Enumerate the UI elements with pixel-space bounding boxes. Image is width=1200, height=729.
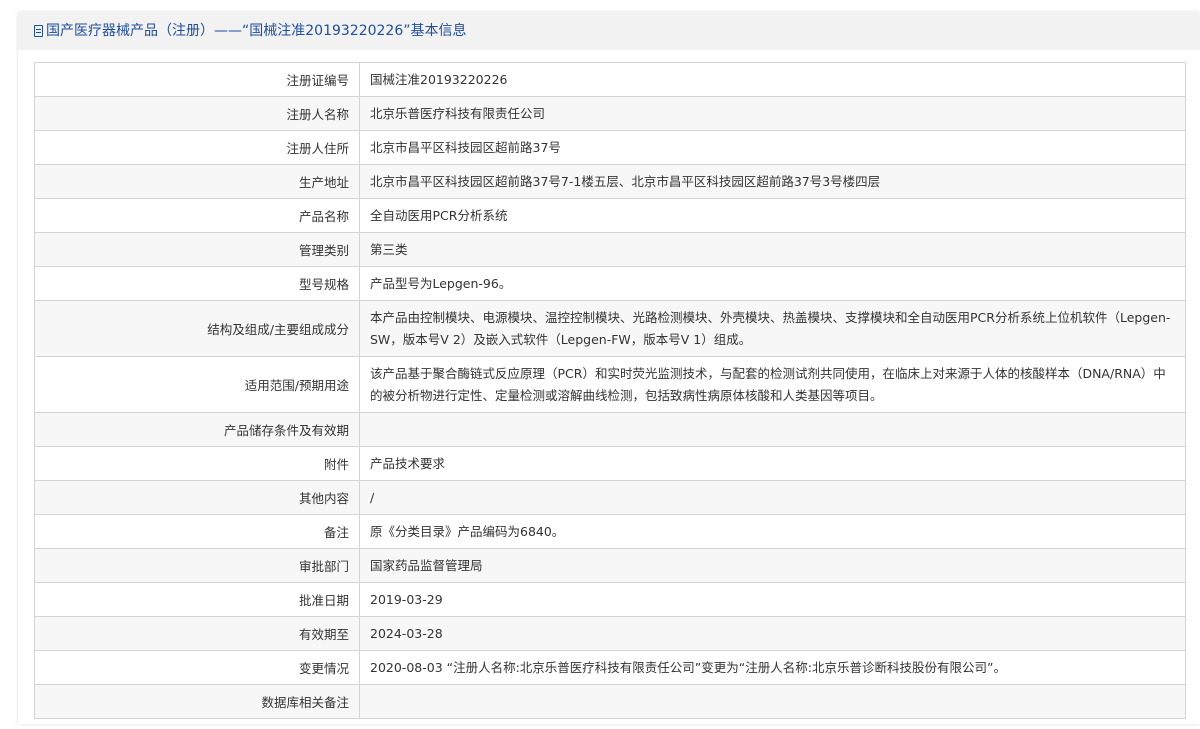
row-label: 有效期至 bbox=[34, 616, 360, 651]
row-label: 批准日期 bbox=[34, 582, 360, 617]
row-label: 管理类别 bbox=[34, 232, 360, 267]
row-label: 产品储存条件及有效期 bbox=[34, 412, 360, 447]
row-value: 2024-03-28 bbox=[359, 616, 1186, 651]
row-label: 生产地址 bbox=[34, 164, 360, 199]
row-value: 全自动医用PCR分析系统 bbox=[359, 198, 1186, 233]
table-row: 注册人住所 北京市昌平区科技园区超前路37号 bbox=[34, 130, 1186, 165]
table-row: 有效期至 2024-03-28 bbox=[34, 616, 1186, 651]
info-panel: 国产医疗器械产品（注册）——“国械注准20193220226”基本信息 注册证编… bbox=[18, 12, 1200, 724]
table-row: 注册人名称 北京乐普医疗科技有限责任公司 bbox=[34, 96, 1186, 131]
row-value: 国械注准20193220226 bbox=[359, 62, 1186, 97]
table-row: 数据库相关备注 bbox=[34, 684, 1186, 719]
table-row: 产品名称 全自动医用PCR分析系统 bbox=[34, 198, 1186, 233]
row-value: 2020-08-03 “注册人名称:北京乐普医疗科技有限责任公司”变更为“注册人… bbox=[359, 650, 1186, 685]
table-row: 备注 原《分类目录》产品编码为6840。 bbox=[34, 514, 1186, 549]
row-label: 注册人名称 bbox=[34, 96, 360, 131]
row-label: 备注 bbox=[34, 514, 360, 549]
row-label: 结构及组成/主要组成成分 bbox=[34, 300, 360, 357]
row-value bbox=[359, 684, 1186, 719]
table-row: 产品储存条件及有效期 bbox=[34, 412, 1186, 447]
table-row: 变更情况 2020-08-03 “注册人名称:北京乐普医疗科技有限责任公司”变更… bbox=[34, 650, 1186, 685]
panel-header: 国产医疗器械产品（注册）——“国械注准20193220226”基本信息 bbox=[18, 12, 1200, 50]
row-label: 附件 bbox=[34, 446, 360, 481]
table-row: 附件 产品技术要求 bbox=[34, 446, 1186, 481]
table-row: 注册证编号 国械注准20193220226 bbox=[34, 62, 1186, 97]
page-title: 国产医疗器械产品（注册）——“国械注准20193220226”基本信息 bbox=[46, 23, 467, 39]
row-value: / bbox=[359, 480, 1186, 515]
table-row: 其他内容 / bbox=[34, 480, 1186, 515]
row-label: 变更情况 bbox=[34, 650, 360, 685]
row-value: 第三类 bbox=[359, 232, 1186, 267]
row-value: 原《分类目录》产品编码为6840。 bbox=[359, 514, 1186, 549]
table-row: 生产地址 北京市昌平区科技园区超前路37号7-1楼五层、北京市昌平区科技园区超前… bbox=[34, 164, 1186, 199]
row-label: 注册证编号 bbox=[34, 62, 360, 97]
info-table: 注册证编号 国械注准20193220226 注册人名称 北京乐普医疗科技有限责任… bbox=[34, 62, 1186, 719]
table-row: 型号规格 产品型号为Lepgen-96。 bbox=[34, 266, 1186, 301]
row-label: 适用范围/预期用途 bbox=[34, 356, 360, 413]
row-value: 该产品基于聚合酶链式反应原理（PCR）和实时荧光监测技术，与配套的检测试剂共同使… bbox=[359, 356, 1186, 413]
document-icon bbox=[34, 25, 43, 37]
row-label: 型号规格 bbox=[34, 266, 360, 301]
row-value: 产品型号为Lepgen-96。 bbox=[359, 266, 1186, 301]
row-value: 2019-03-29 bbox=[359, 582, 1186, 617]
row-value: 北京市昌平区科技园区超前路37号 bbox=[359, 130, 1186, 165]
row-label: 数据库相关备注 bbox=[34, 684, 360, 719]
row-label: 其他内容 bbox=[34, 480, 360, 515]
row-value bbox=[359, 412, 1186, 447]
table-row: 结构及组成/主要组成成分 本产品由控制模块、电源模块、温控控制模块、光路检测模块… bbox=[34, 300, 1186, 357]
table-row: 适用范围/预期用途 该产品基于聚合酶链式反应原理（PCR）和实时荧光监测技术，与… bbox=[34, 356, 1186, 413]
row-label: 产品名称 bbox=[34, 198, 360, 233]
table-row: 批准日期 2019-03-29 bbox=[34, 582, 1186, 617]
row-value: 北京乐普医疗科技有限责任公司 bbox=[359, 96, 1186, 131]
row-value: 国家药品监督管理局 bbox=[359, 548, 1186, 583]
table-row: 管理类别 第三类 bbox=[34, 232, 1186, 267]
row-label: 注册人住所 bbox=[34, 130, 360, 165]
table-row: 审批部门 国家药品监督管理局 bbox=[34, 548, 1186, 583]
row-label: 审批部门 bbox=[34, 548, 360, 583]
row-value: 北京市昌平区科技园区超前路37号7-1楼五层、北京市昌平区科技园区超前路37号3… bbox=[359, 164, 1186, 199]
row-value: 本产品由控制模块、电源模块、温控控制模块、光路检测模块、外壳模块、热盖模块、支撑… bbox=[359, 300, 1186, 357]
row-value: 产品技术要求 bbox=[359, 446, 1186, 481]
